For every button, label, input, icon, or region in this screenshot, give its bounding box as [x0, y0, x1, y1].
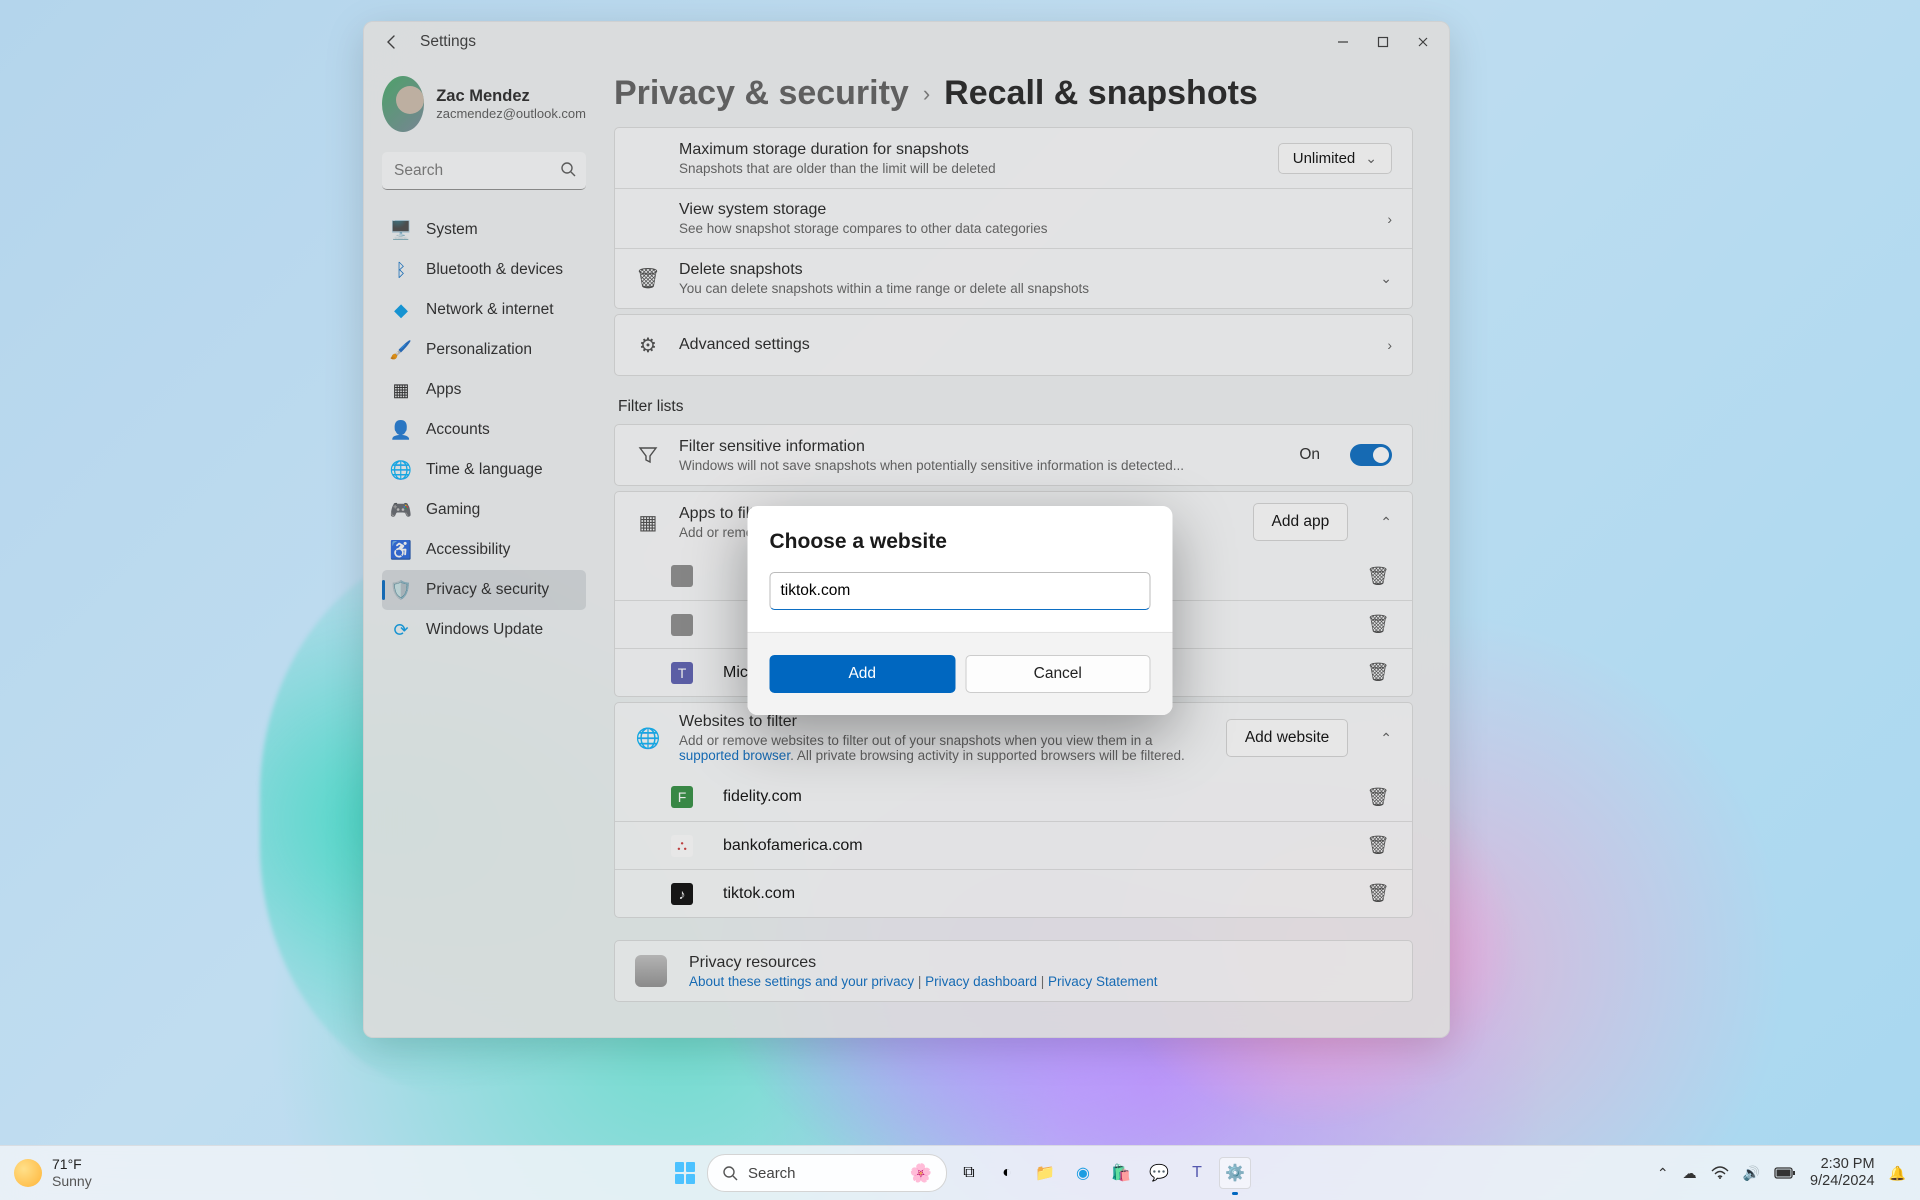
sun-icon — [14, 1159, 42, 1187]
taskbar-search[interactable]: Search 🌸 — [707, 1154, 947, 1192]
start-button[interactable] — [669, 1157, 701, 1189]
search-icon — [722, 1165, 738, 1181]
weather-widget[interactable]: 71°F Sunny — [14, 1156, 92, 1190]
choose-website-dialog: Choose a website Add Cancel — [748, 506, 1173, 715]
add-button[interactable]: Add — [770, 655, 956, 693]
teams-button[interactable]: T — [1181, 1157, 1213, 1189]
settings-button[interactable]: ⚙️ — [1219, 1157, 1251, 1189]
wifi-icon[interactable] — [1711, 1166, 1729, 1180]
edge-button[interactable]: ◉ — [1067, 1157, 1099, 1189]
date: 9/24/2024 — [1810, 1173, 1875, 1190]
clock[interactable]: 2:30 PM 9/24/2024 — [1810, 1156, 1875, 1191]
chat-button[interactable]: 💬 — [1143, 1157, 1175, 1189]
time: 2:30 PM — [1810, 1156, 1875, 1173]
store-button[interactable]: 🛍️ — [1105, 1157, 1137, 1189]
weather-cond: Sunny — [52, 1173, 92, 1190]
onedrive-icon[interactable]: ☁ — [1683, 1165, 1697, 1182]
tray-chevron-icon[interactable]: ⌃ — [1657, 1165, 1669, 1182]
website-url-input[interactable] — [770, 572, 1151, 610]
task-view-button[interactable]: ⧉ — [953, 1157, 985, 1189]
search-art-icon: 🌸 — [910, 1163, 932, 1184]
notifications-icon[interactable]: 🔔 — [1889, 1165, 1906, 1182]
battery-icon[interactable] — [1774, 1167, 1796, 1179]
taskbar: 71°F Sunny Search 🌸 ⧉ ◐ 📁 ◉ 🛍️ 💬 T ⚙️ ⌃ … — [0, 1145, 1920, 1200]
volume-icon[interactable]: 🔊 — [1743, 1165, 1760, 1182]
weather-temp: 71°F — [52, 1156, 92, 1173]
dialog-title: Choose a website — [770, 530, 1151, 554]
cancel-button[interactable]: Cancel — [965, 655, 1151, 693]
search-label: Search — [748, 1165, 796, 1182]
copilot-button[interactable]: ◐ — [991, 1157, 1023, 1189]
explorer-button[interactable]: 📁 — [1029, 1157, 1061, 1189]
